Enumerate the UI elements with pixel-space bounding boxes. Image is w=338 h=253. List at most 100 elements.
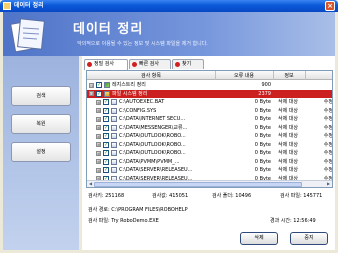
row-checkbox[interactable]: ✓ [96, 82, 102, 88]
row-checkbox[interactable]: ✓ [96, 90, 102, 97]
file-icon [111, 158, 117, 165]
file-icon [111, 141, 117, 148]
row-info: 삭제 대상 [278, 99, 298, 105]
row-detail: 수정 [323, 150, 333, 156]
row-checkbox[interactable]: ✓ [103, 107, 109, 114]
row-item-name: C:\DATA\OUTLOOK\ROBO... [119, 150, 186, 156]
table-row[interactable]: ⊟ ✓ 파일 시스템 정리 2379 [87, 89, 332, 98]
file-icon [111, 116, 117, 122]
row-item-name: C:\DATA\OUTLOOK\ROBO... [119, 141, 186, 148]
stat-scan-folder: 검사 폴더: 10496 [212, 193, 252, 199]
table-row[interactable]: ⊞ ✓ C:\AUTOEXEC.BAT 0 Byte 삭제 대상 수정 [87, 98, 332, 107]
row-size: 0 Byte [254, 141, 271, 148]
folder-icon [104, 90, 110, 97]
table-header: 검사 항목 오류 내용 정보 [87, 71, 332, 80]
nav-restore-button[interactable]: 복원 [11, 114, 71, 134]
expand-icon[interactable]: ⊞ [96, 116, 101, 122]
row-item-name: 파일 시스템 정리 [112, 90, 148, 97]
stat-elapsed: 경과 시간: 12:56:49 [270, 218, 316, 224]
column-header-size[interactable]: 오류 내용 [215, 72, 273, 79]
row-item-name: C:\DATA\INTERNET SECU... [119, 116, 186, 122]
expand-icon[interactable]: ⊞ [96, 125, 101, 130]
stop-button[interactable]: 중지 [290, 232, 328, 245]
scroll-thumb[interactable] [94, 182, 302, 187]
stat-current-file: 검사 파일: Try RoboDemo.EXE [88, 218, 159, 224]
row-detail: 수정 [323, 116, 333, 122]
page-subtitle: 악의적으로 이용될 수 있는 정보 및 시스템 파일을 제거 합니다. [77, 41, 208, 47]
row-checkbox[interactable]: ✓ [103, 167, 109, 173]
collapse-icon[interactable]: ⊟ [89, 91, 94, 96]
nav-scan-button[interactable]: 검색 [11, 86, 71, 106]
close-button[interactable]: × [325, 1, 335, 11]
row-detail: 수정 [323, 141, 333, 148]
table-row[interactable]: ⊞ ✓ C:\DATA\OUTLOOK\ROBO... 0 Byte 삭제 대상 수정 [87, 132, 332, 141]
file-icon [111, 99, 117, 105]
file-icon [111, 107, 117, 114]
row-checkbox[interactable]: ✓ [103, 133, 109, 139]
row-size: 900 [261, 82, 271, 88]
row-size: 0 Byte [254, 150, 271, 156]
horizontal-scrollbar[interactable]: ◀ ▶ [87, 180, 332, 187]
stat-scan-count: 검사키: 251168 [88, 193, 125, 199]
tab-quick-scan[interactable]: 빠른 검사 [129, 59, 171, 69]
table-row[interactable]: ⊞ ✓ C:\DATA\OUTLOOK\ROBO... 0 Byte 삭제 대상 수정 [87, 149, 332, 158]
scan-results-table[interactable]: 검사 항목 오류 내용 정보 ⊟ ✓ 레지스트리 정리 900 ⊟ ✓ 파일 시스템 정리 2… [86, 70, 333, 188]
collapse-icon[interactable]: ⊟ [89, 82, 94, 88]
table-row[interactable]: ⊞ ✓ C:\DATA\INTERNET SECU... 0 Byte 삭제 대상 수정 [87, 115, 332, 124]
row-info: 삭제 대상 [278, 150, 298, 156]
table-row[interactable]: ⊞ ✓ C:\CONFIG.SYS 0 Byte 삭제 대상 수정 [87, 107, 332, 116]
expand-icon[interactable]: ⊞ [96, 133, 101, 139]
row-checkbox[interactable]: ✓ [103, 116, 109, 122]
row-checkbox[interactable]: ✓ [103, 141, 109, 148]
expand-icon[interactable]: ⊞ [96, 159, 101, 164]
row-checkbox[interactable]: ✓ [103, 158, 109, 165]
row-info: 삭제 대상 [278, 107, 298, 114]
title-bar[interactable]: 데이터 정리 × [0, 0, 338, 12]
table-row[interactable]: ⊟ ✓ 레지스트리 정리 900 [87, 81, 332, 90]
stat-scan-file: 검사 파일: 145771 [280, 193, 323, 199]
expand-icon[interactable]: ⊞ [96, 108, 101, 113]
app-window: 데이터 정리 × 데이터 정리 악의적으로 이용될 수 있는 정보 및 시스템 … [0, 0, 338, 253]
column-header-item[interactable]: 검사 항목 [87, 72, 215, 79]
row-size: 0 Byte [254, 158, 271, 165]
row-checkbox[interactable]: ✓ [103, 124, 109, 131]
row-size: 0 Byte [254, 116, 271, 122]
app-icon [3, 2, 11, 10]
row-detail: 수정 [323, 167, 333, 173]
expand-icon[interactable]: ⊞ [96, 99, 101, 105]
red-dot-icon [132, 62, 137, 67]
table-row[interactable]: ⊞ ✓ C:\DATA\MESSENGER\교류... 0 Byte 삭제 대상 수정 [87, 124, 332, 133]
scroll-right-icon[interactable]: ▶ [325, 181, 332, 187]
page-title: 데이터 정리 [73, 22, 144, 37]
expand-icon[interactable]: ⊞ [96, 142, 101, 147]
table-row[interactable]: ⊞ ✓ C:\DATA\SERVER\RELEASEU... 0 Byte 삭제 대상 수… [87, 166, 332, 175]
row-item-name: C:\DATA\SERVER\RELEASEU... [119, 167, 193, 173]
row-checkbox[interactable]: ✓ [103, 99, 109, 105]
tab-find[interactable]: 찾기 [172, 59, 204, 69]
tab-label: 정밀 검사 [94, 61, 114, 67]
column-header-info[interactable]: 정보 [273, 72, 305, 79]
row-size: 2379 [258, 90, 271, 97]
row-detail: 수정 [323, 124, 333, 131]
row-checkbox[interactable]: ✓ [103, 150, 109, 156]
row-info: 삭제 대상 [278, 116, 298, 122]
expand-icon[interactable]: ⊞ [96, 167, 101, 173]
file-icon [111, 133, 117, 139]
nav-settings-button[interactable]: 설정 [11, 142, 71, 162]
table-row[interactable]: ⊞ ✓ C:\DATA\PVMM\PVMM_... 0 Byte 삭제 대상 수정 [87, 158, 332, 167]
column-divider [305, 71, 306, 80]
documents-icon [10, 18, 45, 53]
red-dot-icon [87, 62, 92, 67]
red-dot-icon [175, 62, 180, 67]
scroll-left-icon[interactable]: ◀ [87, 181, 94, 187]
tab-deep-scan[interactable]: 정밀 검사 [84, 59, 128, 70]
delete-button[interactable]: 삭제 [240, 232, 278, 245]
row-detail: 수정 [323, 133, 333, 139]
tab-label: 찾기 [182, 61, 192, 67]
file-icon [111, 124, 117, 131]
file-icon [111, 150, 117, 156]
table-row[interactable]: ⊞ ✓ C:\DATA\OUTLOOK\ROBO... 0 Byte 삭제 대상 수정 [87, 141, 332, 150]
expand-icon[interactable]: ⊞ [96, 150, 101, 156]
row-item-name: C:\DATA\OUTLOOK\ROBO... [119, 133, 186, 139]
main-panel: 정밀 검사 빠른 검사 찾기 검사 항목 오류 내용 정보 ⊟ ✓ 레지스트리 정리 [82, 56, 335, 250]
